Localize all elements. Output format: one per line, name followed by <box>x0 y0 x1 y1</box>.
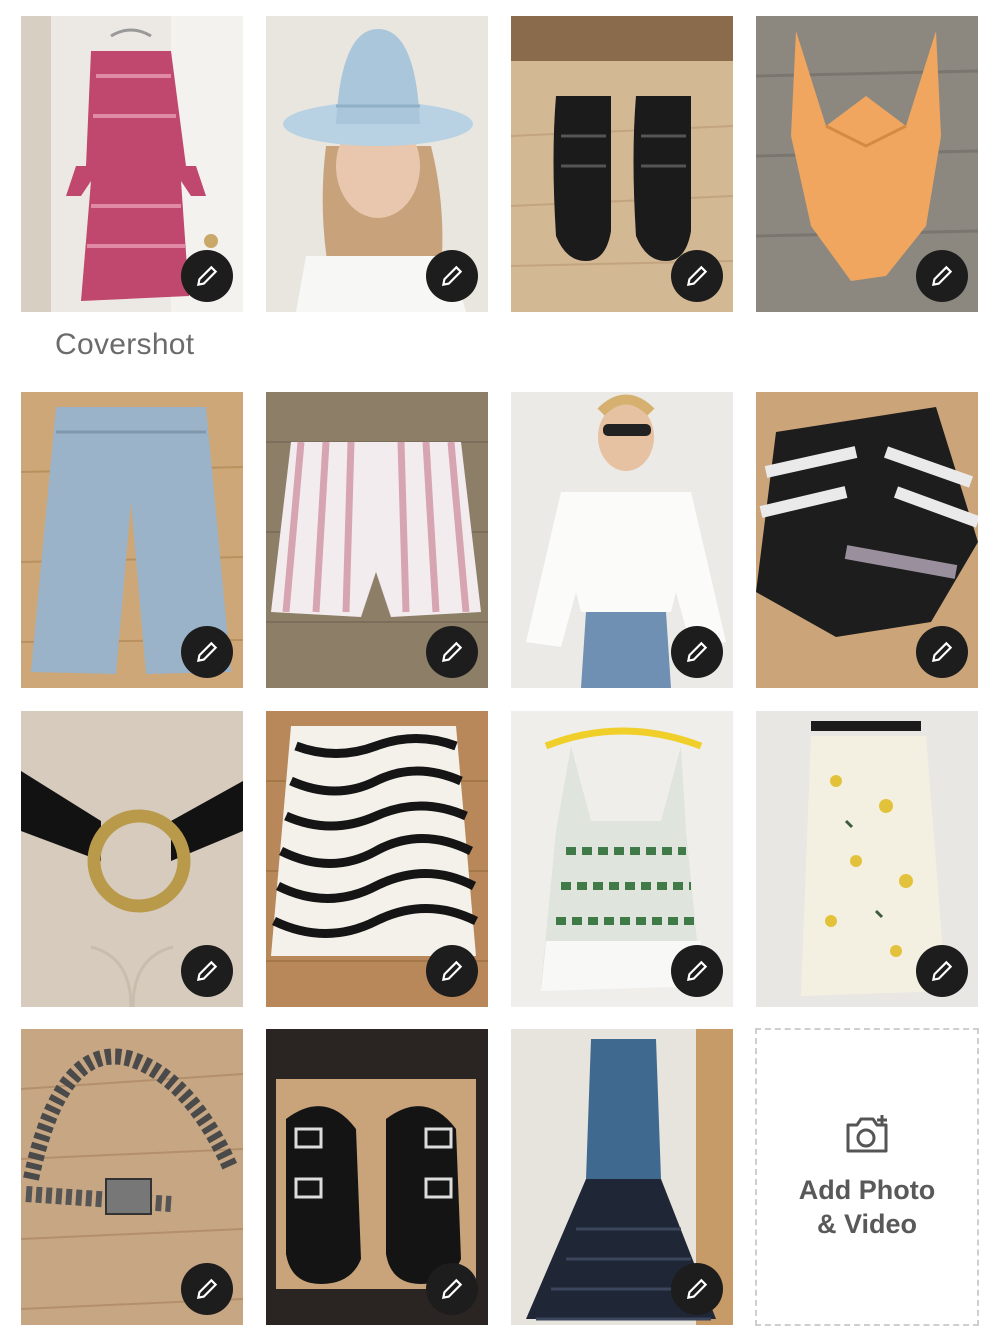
photo-tile-zebra-skirt[interactable] <box>266 711 488 1007</box>
edit-photo-button[interactable] <box>181 250 233 302</box>
edit-photo-button[interactable] <box>426 626 478 678</box>
add-photo-label: Add Photo & Video <box>782 1173 952 1241</box>
edit-photo-button[interactable] <box>181 626 233 678</box>
photo-tile-chain-belt[interactable] <box>21 1029 243 1325</box>
photo-tile-orange-swimsuit[interactable] <box>756 16 978 312</box>
camera-plus-icon <box>846 1115 888 1153</box>
edit-photo-button[interactable] <box>181 1263 233 1315</box>
pencil-icon <box>441 960 463 982</box>
edit-photo-button[interactable] <box>671 250 723 302</box>
edit-photo-button[interactable] <box>181 945 233 997</box>
pencil-icon <box>196 641 218 663</box>
photo-tile-striped-cardigan[interactable] <box>756 392 978 688</box>
pencil-icon <box>686 960 708 982</box>
photo-tile-white-tie-blouse[interactable] <box>511 392 733 688</box>
pencil-icon <box>931 960 953 982</box>
photo-tile-wide-leg-jeans[interactable] <box>21 392 243 688</box>
pencil-icon <box>441 1278 463 1300</box>
pencil-icon <box>441 265 463 287</box>
photo-tile-pink-dress[interactable] <box>21 16 243 312</box>
pencil-icon <box>686 641 708 663</box>
pencil-icon <box>931 641 953 663</box>
covershot-label: Covershot <box>55 328 195 361</box>
edit-photo-button[interactable] <box>916 626 968 678</box>
edit-photo-button[interactable] <box>671 1263 723 1315</box>
add-label-line2: & Video <box>816 1209 918 1239</box>
photo-tile-denim-dress[interactable] <box>511 1029 733 1325</box>
pencil-icon <box>196 1278 218 1300</box>
edit-photo-button[interactable] <box>426 945 478 997</box>
photo-tile-black-sandals[interactable] <box>511 16 733 312</box>
pencil-icon <box>441 641 463 663</box>
edit-photo-button[interactable] <box>671 945 723 997</box>
photo-tile-woman-in-hat[interactable] <box>266 16 488 312</box>
edit-photo-button[interactable] <box>916 250 968 302</box>
photo-tile-buckle-slides[interactable] <box>266 1029 488 1325</box>
add-photo-video-button[interactable]: Add Photo & Video <box>755 1028 979 1326</box>
pencil-icon <box>931 265 953 287</box>
photo-tile-ring-belt[interactable] <box>21 711 243 1007</box>
edit-photo-button[interactable] <box>671 626 723 678</box>
pencil-icon <box>686 265 708 287</box>
photo-tile-floral-slip-skirt[interactable] <box>756 711 978 1007</box>
add-label-line1: Add Photo <box>798 1175 936 1205</box>
photo-tile-striped-shorts[interactable] <box>266 392 488 688</box>
edit-photo-button[interactable] <box>916 945 968 997</box>
pencil-icon <box>686 1278 708 1300</box>
photo-tile-lace-top[interactable] <box>511 711 733 1007</box>
pencil-icon <box>196 265 218 287</box>
pencil-icon <box>196 960 218 982</box>
edit-photo-button[interactable] <box>426 250 478 302</box>
edit-photo-button[interactable] <box>426 1263 478 1315</box>
